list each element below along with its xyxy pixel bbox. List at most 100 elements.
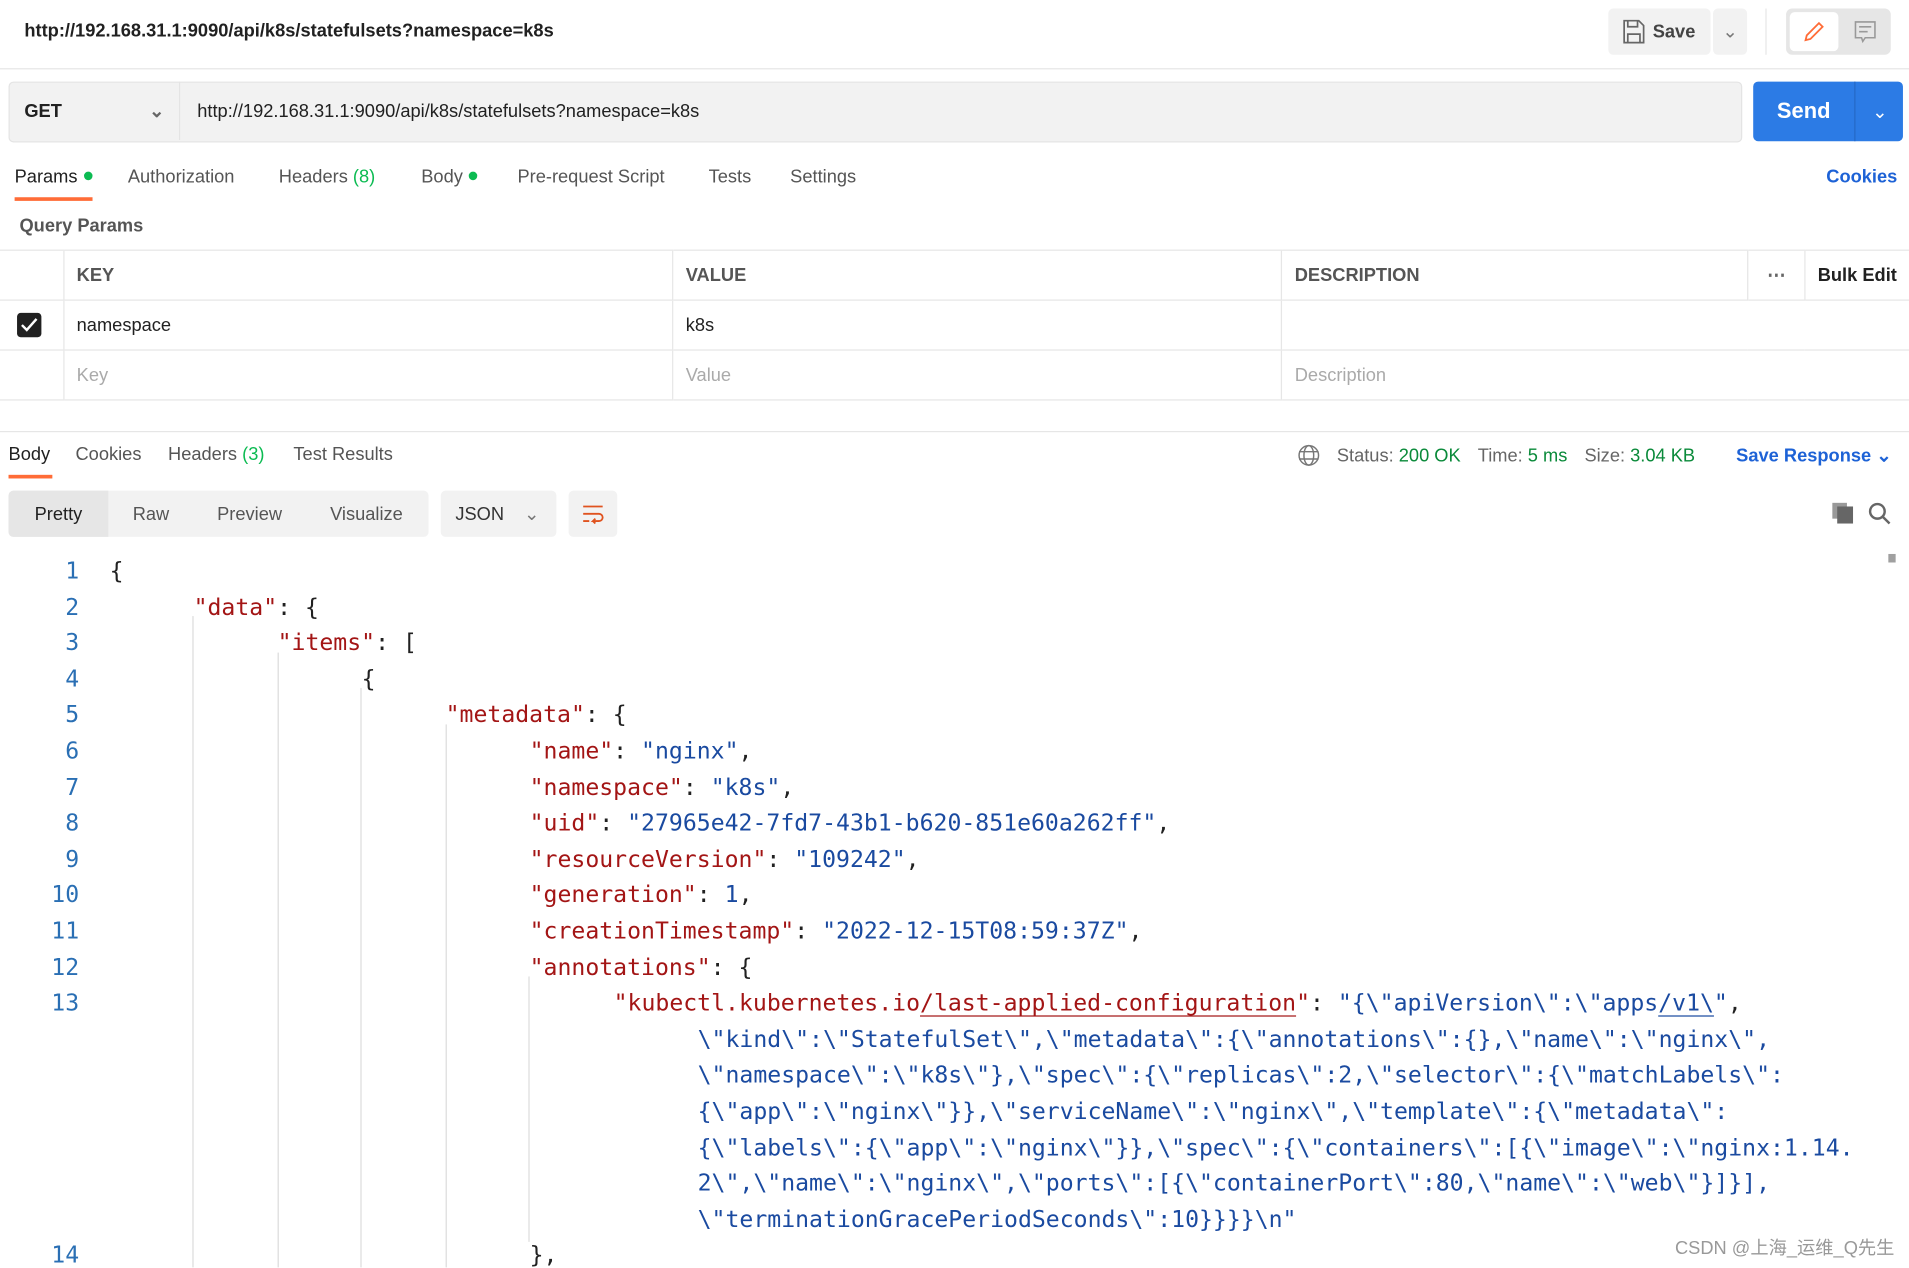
size-label: Size: [1584,444,1626,466]
chevron-down-icon: ⌄ [149,101,165,122]
headers-count: (3) [242,444,265,466]
size-value[interactable]: 3.04 KB [1630,445,1695,466]
more-options-icon[interactable]: ⋯ [1747,249,1805,301]
json-token: , [1128,917,1143,945]
code-line: "uid": "27965e42-7fd7-43b1-b620-851e60a2… [530,810,1171,837]
indent-guide [192,616,194,1268]
response-tab-test-results[interactable]: Test Results [293,444,392,465]
tab-body[interactable]: Body [421,166,478,188]
json-token: "resourceVersion" [529,845,767,873]
code-line: "items": [ [278,630,417,657]
request-title[interactable]: http://192.168.31.1:9090/api/k8s/statefu… [24,21,553,42]
bulk-edit-button[interactable]: Bulk Edit [1804,249,1909,301]
format-value: JSON [455,503,505,525]
tab-label: Body [421,166,463,188]
line-number: 4 [65,665,80,693]
view-preview[interactable]: Preview [194,491,306,537]
format-select[interactable]: JSON ⌄ [440,490,557,537]
param-key[interactable]: namespace [63,299,673,351]
checkmark-icon [21,318,38,332]
edit-mode-button[interactable] [1789,12,1839,52]
comments-button[interactable] [1842,12,1888,51]
key-input[interactable]: Key [63,349,673,401]
json-token: , [1156,809,1171,837]
view-raw[interactable]: Raw [108,491,193,537]
tab-params[interactable]: Params [15,167,93,187]
line-number: 3 [65,629,80,657]
time: Time: 5 ms [1478,445,1568,466]
comment-icon [1854,21,1876,44]
json-token: : [682,773,711,801]
json-token: , [780,773,795,801]
json-token: }, [529,1242,558,1268]
json-token: : [696,881,725,909]
json-token: : { [710,954,753,981]
tab-headers[interactable]: Headers (8) [279,167,375,188]
code-line: \"kind\":\"StatefulSet\",\"metadata\":{\… [698,1026,1770,1053]
response-tab-cookies[interactable]: Cookies [75,444,141,465]
line-number: 2 [65,593,80,621]
table-row-empty: Key Value Description [0,349,1909,401]
code-line: "kubectl.kubernetes.io/last-applied-conf… [614,990,1742,1017]
code-line: 2\",\"name\":\"nginx\",\"ports\":[{\"con… [698,1170,1770,1197]
pencil-icon [1804,21,1824,42]
save-button[interactable]: Save [1608,8,1711,55]
copy-icon[interactable] [1831,502,1854,525]
line-number: 1 [65,557,80,585]
param-checkbox[interactable] [17,312,42,338]
chevron-down-icon: ⌄ [1872,101,1888,123]
table-header: KEY VALUE DESCRIPTION ⋯ Bulk Edit [0,249,1909,301]
json-token: {\"labels\":{\"app\":\"nginx\"}},\"spec\… [697,1134,1854,1162]
code-line: { [110,558,124,585]
tab-label: Headers [168,444,238,466]
scrollbar[interactable] [1888,553,1896,563]
json-token: : [1310,990,1338,1017]
method-select[interactable]: GET ⌄ [9,81,181,141]
send-dropdown-button[interactable]: ⌄ [1854,81,1904,142]
tab-authorization[interactable]: Authorization [128,167,235,188]
line-number: 11 [51,917,80,945]
time-value[interactable]: 5 ms [1528,445,1568,466]
response-body-editor[interactable]: 1{2 "data": {3 "items": [4{5 "metadata": {6… [0,554,1909,1268]
save-response-button[interactable]: Save Response ⌄ [1736,444,1891,467]
time-label: Time: [1477,444,1523,466]
save-dropdown-button[interactable]: ⌄ [1713,8,1748,55]
response-tab-headers[interactable]: Headers (3) [168,444,264,465]
json-token: "items" [277,629,376,657]
indent-guide [528,976,530,1242]
code-line: {\"app\":\"nginx\"}},\"serviceName\":\"n… [698,1098,1729,1125]
line-number: 6 [65,737,80,765]
value-input[interactable]: Value [672,349,1282,401]
wrap-lines-button[interactable] [568,490,618,537]
status-value[interactable]: 200 OK [1399,445,1461,466]
code-line: "data": { [194,594,319,621]
indent-guide [445,724,447,1268]
param-value[interactable]: k8s [672,299,1282,351]
json-token: , [905,845,920,873]
param-description[interactable] [1281,299,1909,351]
json-token: 2\",\"name\":\"nginx\",\"ports\":[{\"con… [697,1170,1771,1198]
json-token: , [738,881,753,909]
json-token: "generation" [529,881,697,909]
json-token: \"namespace\":\"k8s\"},\"spec\":{\"repli… [697,1062,1784,1089]
response-tab-body[interactable]: Body [9,444,51,465]
json-token: "2022-12-15T08:59:37Z" [822,917,1129,945]
view-visualize[interactable]: Visualize [306,491,428,537]
description-input[interactable]: Description [1281,349,1909,401]
search-icon[interactable] [1868,502,1891,525]
url-input[interactable]: http://192.168.31.1:9090/api/k8s/statefu… [197,101,699,122]
tab-tests[interactable]: Tests [709,167,752,188]
globe-icon[interactable] [1298,444,1320,466]
send-button-group: Send ⌄ [1753,81,1904,142]
tab-settings[interactable]: Settings [790,167,856,188]
json-token: "uid" [529,809,600,837]
indent-guide [360,688,362,1268]
status-label: Status: [1336,444,1394,466]
send-button[interactable]: Send [1753,82,1854,142]
tab-pre-request-script[interactable]: Pre-request Script [517,167,664,188]
view-pretty[interactable]: Pretty [8,490,109,537]
cookies-link[interactable]: Cookies [1826,167,1897,188]
json-token: , [738,737,753,765]
json-token: /last-applied-configuration [920,990,1297,1017]
code-line: { [362,666,376,693]
